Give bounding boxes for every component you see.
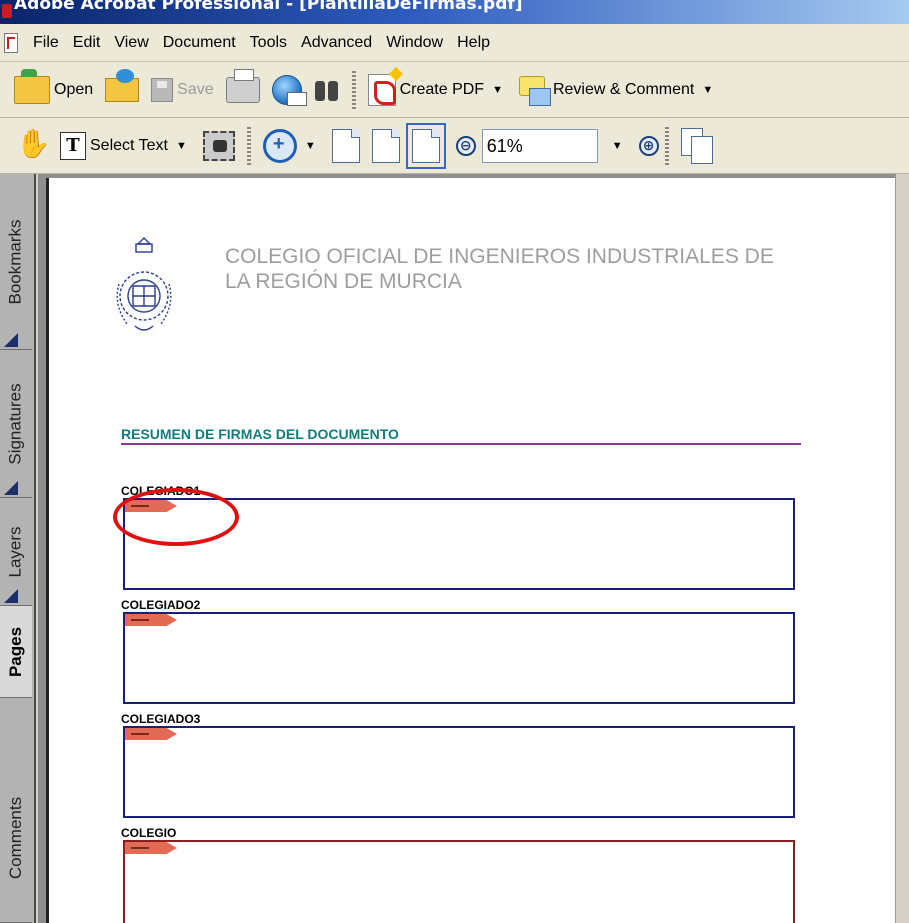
hand-icon	[16, 127, 51, 163]
open-folder-icon	[14, 68, 50, 104]
tab-comments[interactable]: Comments	[0, 754, 32, 923]
actual-size-page-icon	[331, 128, 360, 163]
save-button[interactable]: Save	[145, 68, 219, 112]
tab-layers[interactable]: Layers	[0, 498, 32, 606]
title-bar: Adobe Acrobat Professional - [PlantillaD…	[0, 0, 909, 24]
acrobat-app-icon[interactable]	[2, 4, 12, 18]
select-text-label: Select Text	[90, 136, 168, 154]
organizer-button[interactable]	[99, 68, 145, 112]
open-button[interactable]: Open	[0, 68, 99, 112]
print-button[interactable]	[220, 68, 266, 112]
signatures-summary-title: RESUMEN DE FIRMAS DEL DOCUMENTO	[121, 426, 399, 442]
tab-bookmarks-arrow-icon	[4, 333, 18, 347]
printer-icon	[225, 68, 260, 103]
tab-signatures-arrow-icon	[4, 481, 18, 495]
signature-field-colegiado2[interactable]	[123, 612, 795, 704]
file-toolbar: Open Save Create PDF ▼ Review & Comment …	[0, 62, 909, 118]
email-globe-icon	[271, 74, 307, 106]
menu-bar: File Edit View Document Tools Advanced W…	[0, 24, 909, 62]
tab-bookmarks[interactable]: Bookmarks	[0, 174, 32, 350]
toolbar-grip[interactable]	[351, 70, 356, 109]
snapshot-camera-icon	[202, 130, 235, 161]
tab-pages-label: Pages	[6, 626, 25, 677]
menu-advanced[interactable]: Advanced	[294, 24, 379, 62]
review-comment-button[interactable]: Review & Comment ▼	[513, 68, 723, 112]
signature-field-colegiado3[interactable]	[123, 726, 795, 818]
signature-label-colegio: COLEGIO	[121, 826, 177, 840]
rotate-view-button[interactable]	[675, 124, 721, 168]
tab-comments-label: Comments	[6, 796, 25, 880]
review-comment-label: Review & Comment	[552, 80, 695, 98]
signature-label-colegiado2: COLEGIADO2	[121, 598, 201, 612]
tab-pages[interactable]: Pages	[0, 606, 32, 698]
tab-layers-label: Layers	[6, 525, 25, 578]
zoom-in-button[interactable]: ⊕	[638, 135, 659, 156]
rotate-pages-icon	[680, 127, 715, 164]
organizer-icon	[105, 68, 140, 102]
zoom-level-field[interactable]: 61%	[481, 128, 598, 163]
create-pdf-icon	[367, 66, 403, 106]
zoom-level-dropdown-icon[interactable]: ▼	[612, 140, 623, 152]
fit-width-button[interactable]	[405, 122, 446, 169]
signature-label-colegiado3: COLEGIADO3	[121, 712, 201, 726]
menu-help[interactable]: Help	[450, 24, 497, 62]
document-view[interactable]: COLEGIO OFICIAL DE INGENIEROS INDUSTRIAL…	[38, 174, 909, 923]
open-label: Open	[54, 80, 94, 98]
actual-size-button[interactable]	[326, 124, 366, 168]
snapshot-button[interactable]	[197, 124, 241, 168]
zoom-in-tool-button[interactable]: ▼	[257, 124, 326, 168]
menu-window[interactable]: Window	[379, 24, 450, 62]
create-pdf-button[interactable]: Create PDF ▼	[362, 66, 513, 112]
save-label: Save	[177, 80, 214, 98]
signature-field-colegio[interactable]	[123, 840, 795, 923]
create-pdf-dropdown-icon[interactable]: ▼	[492, 84, 503, 96]
save-disk-icon	[151, 77, 174, 102]
zoom-out-button[interactable]: ⊖	[455, 135, 476, 156]
toolbar-grip-2[interactable]	[246, 126, 251, 165]
select-text-button[interactable]: T Select Text ▼	[54, 124, 197, 168]
menu-view[interactable]: View	[107, 24, 155, 62]
tab-signatures[interactable]: Signatures	[0, 350, 32, 498]
review-dropdown-icon[interactable]: ▼	[702, 84, 713, 96]
zoom-tool-dropdown-icon[interactable]: ▼	[305, 140, 316, 152]
fit-page-icon	[371, 128, 400, 163]
pdf-page: COLEGIO OFICIAL DE INGENIEROS INDUSTRIAL…	[46, 178, 901, 923]
tab-bookmarks-label: Bookmarks	[6, 218, 25, 305]
hand-tool-button[interactable]	[0, 124, 54, 168]
zoom-in-magnifier-icon	[262, 128, 297, 163]
tab-layers-arrow-icon	[4, 589, 18, 603]
signature-field-flag-icon	[125, 728, 177, 740]
binoculars-icon	[314, 77, 340, 103]
tab-signatures-label: Signatures	[6, 382, 25, 465]
menu-document[interactable]: Document	[156, 24, 243, 62]
organization-title-line-2: LA REGIÓN DE MURCIA	[225, 270, 462, 293]
text-select-icon: T	[60, 131, 86, 160]
summary-divider	[121, 443, 801, 445]
fit-width-page-icon	[405, 122, 446, 169]
menu-edit[interactable]: Edit	[66, 24, 108, 62]
navigation-panel: Bookmarks Signatures Layers Pages Commen…	[0, 174, 36, 923]
create-pdf-label: Create PDF	[399, 80, 485, 98]
email-button[interactable]	[266, 68, 308, 112]
document-icon[interactable]	[4, 32, 18, 53]
toolbar-grip-3[interactable]	[664, 126, 669, 165]
highlight-annotation-circle	[113, 488, 239, 546]
signature-field-flag-icon	[125, 842, 177, 854]
college-seal-logo	[116, 237, 172, 331]
fit-page-button[interactable]	[366, 124, 406, 168]
review-comment-icon	[518, 75, 551, 106]
menu-file[interactable]: File	[26, 24, 66, 62]
search-button[interactable]	[308, 68, 346, 112]
window-title: Adobe Acrobat Professional - [PlantillaD…	[14, 0, 523, 14]
vertical-scrollbar[interactable]	[895, 174, 909, 923]
select-text-dropdown-icon[interactable]: ▼	[176, 140, 187, 152]
page-content: COLEGIO OFICIAL DE INGENIEROS INDUSTRIAL…	[49, 178, 898, 923]
organization-title-line-1: COLEGIO OFICIAL DE INGENIEROS INDUSTRIAL…	[225, 245, 774, 268]
signature-field-flag-icon	[125, 614, 177, 626]
menu-tools[interactable]: Tools	[243, 24, 294, 62]
basic-tools-toolbar: T Select Text ▼ ▼ ⊖ 61% ▼ ⊕	[0, 118, 909, 174]
organization-title: COLEGIO OFICIAL DE INGENIEROS INDUSTRIAL…	[225, 244, 865, 294]
